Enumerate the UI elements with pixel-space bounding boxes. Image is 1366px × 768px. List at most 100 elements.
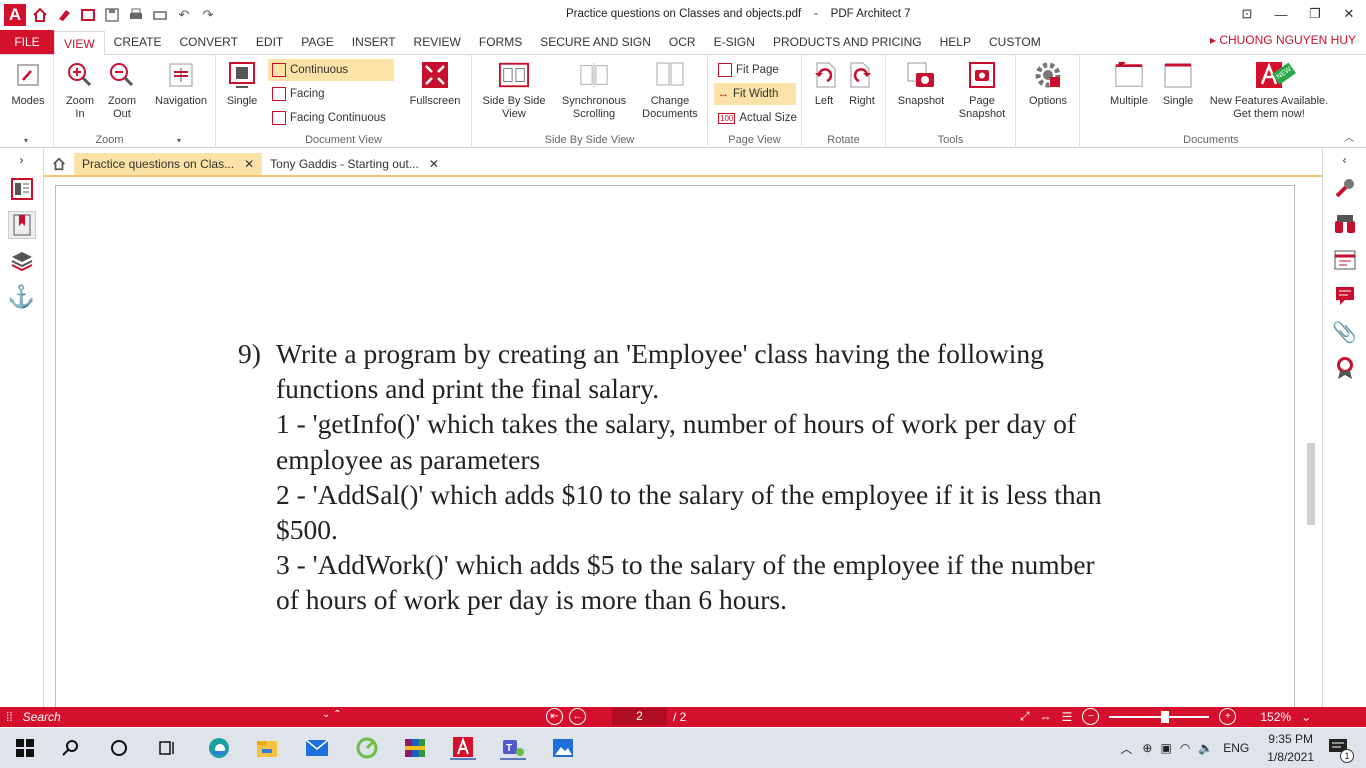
tab-forms[interactable]: FORMS bbox=[470, 30, 531, 54]
continuous-button[interactable]: Continuous bbox=[268, 59, 394, 81]
photos-icon[interactable] bbox=[550, 736, 576, 760]
close-tab-icon[interactable]: ✕ bbox=[244, 157, 254, 171]
search-field[interactable]: ⁞⁞ Search bbox=[6, 710, 61, 724]
new-features-button[interactable]: NEW New Features Available. Get them now… bbox=[1204, 59, 1334, 121]
save-icon[interactable] bbox=[102, 5, 122, 25]
display-icon[interactable]: ▣ bbox=[1160, 741, 1171, 755]
zoom-in-button[interactable]: Zoom In bbox=[60, 59, 100, 121]
side-by-side-view-button[interactable]: Side By Side View bbox=[478, 59, 550, 121]
undo-icon[interactable]: ↶ bbox=[174, 5, 194, 25]
close-button[interactable]: ✕ bbox=[1332, 0, 1366, 28]
wrench-icon[interactable] bbox=[1330, 173, 1360, 203]
fields-icon[interactable] bbox=[1330, 245, 1360, 275]
tab-products-and-pricing[interactable]: PRODUCTS AND PRICING bbox=[764, 30, 931, 54]
minimize-button[interactable]: — bbox=[1264, 0, 1298, 28]
clock[interactable]: 9:35 PM 1/8/2021 bbox=[1267, 730, 1314, 766]
document-tab-practice-questions[interactable]: Practice questions on Clas... ✕ bbox=[74, 153, 263, 175]
anchor-icon[interactable]: ⚓ bbox=[8, 283, 36, 311]
rotate-right-button[interactable]: Right bbox=[844, 59, 880, 108]
expand-right-panel-icon[interactable]: ‹ bbox=[1323, 153, 1366, 167]
zoom-slider[interactable] bbox=[1109, 710, 1210, 723]
collapse-ribbon-icon[interactable]: ︿ bbox=[1344, 129, 1354, 144]
comments-icon[interactable] bbox=[1330, 281, 1360, 311]
zoom-dropdown-icon[interactable]: ⌄ bbox=[1301, 710, 1311, 724]
facing-button[interactable]: Facing bbox=[268, 83, 329, 105]
show-hidden-icons-icon[interactable]: ︿ bbox=[1120, 740, 1132, 757]
multiple-documents-button[interactable]: Multiple bbox=[1106, 59, 1152, 108]
cortana-icon[interactable] bbox=[106, 736, 132, 760]
page-number-input[interactable]: 2 bbox=[612, 708, 667, 725]
zoom-in-status-icon[interactable]: + bbox=[1219, 708, 1237, 725]
zoom-level[interactable]: 152% bbox=[1260, 710, 1291, 724]
tab-convert[interactable]: CONVERT bbox=[170, 30, 246, 54]
tab-e-sign[interactable]: E-SIGN bbox=[705, 30, 764, 54]
home-icon[interactable] bbox=[30, 5, 50, 25]
app-logo-icon[interactable]: A bbox=[4, 4, 26, 26]
tab-ocr[interactable]: OCR bbox=[660, 30, 705, 54]
task-view-icon[interactable] bbox=[154, 736, 180, 760]
language-indicator[interactable]: ENG bbox=[1223, 741, 1249, 755]
tab-edit[interactable]: EDIT bbox=[247, 30, 292, 54]
tab-secure-and-sign[interactable]: SECURE AND SIGN bbox=[531, 30, 660, 54]
greenshot-icon[interactable] bbox=[354, 736, 380, 760]
snapshot-button[interactable]: Snapshot bbox=[892, 59, 950, 108]
tab-file[interactable]: FILE bbox=[0, 30, 54, 54]
modes-button[interactable]: Modes bbox=[8, 59, 48, 108]
tab-view[interactable]: VIEW bbox=[54, 31, 105, 55]
previous-page-icon[interactable]: ← bbox=[569, 708, 586, 725]
layers-icon[interactable] bbox=[8, 247, 36, 275]
zoom-slider-knob[interactable] bbox=[1161, 710, 1170, 723]
single-view-button[interactable]: Single bbox=[222, 59, 262, 108]
network-drive-icon[interactable]: ⊕ bbox=[1142, 741, 1152, 755]
eraser-icon[interactable] bbox=[54, 5, 74, 25]
navigation-button[interactable]: Navigation bbox=[150, 59, 212, 108]
fit-page-status-icon[interactable]: ⤢ bbox=[1020, 709, 1030, 724]
mail-icon[interactable] bbox=[304, 736, 330, 760]
windows-start-icon[interactable] bbox=[12, 736, 38, 760]
pdf-architect-taskbar-icon[interactable] bbox=[450, 736, 476, 760]
vertical-scrollbar[interactable] bbox=[1306, 185, 1316, 705]
tab-insert[interactable]: INSERT bbox=[343, 30, 405, 54]
expand-left-panel-icon[interactable]: › bbox=[0, 153, 43, 167]
binoculars-icon[interactable] bbox=[1330, 209, 1360, 239]
open-icon[interactable] bbox=[78, 5, 98, 25]
tab-page[interactable]: PAGE bbox=[292, 30, 342, 54]
home-tab-icon[interactable] bbox=[44, 153, 74, 175]
winrar-icon[interactable] bbox=[402, 736, 428, 760]
search-options-icon[interactable]: ⌄ ⌃ bbox=[322, 709, 342, 720]
zoom-out-status-icon[interactable]: − bbox=[1082, 708, 1100, 725]
teams-icon[interactable]: T bbox=[500, 736, 526, 760]
edge-browser-icon[interactable] bbox=[206, 736, 232, 760]
document-tab-tony-gaddis[interactable]: Tony Gaddis - Starting out... ✕ bbox=[262, 153, 447, 175]
wifi-icon[interactable]: ◠ bbox=[1180, 741, 1190, 755]
change-documents-button[interactable]: Change Documents bbox=[636, 59, 704, 121]
fit-width-button[interactable]: ↔ Fit Width bbox=[714, 83, 796, 105]
volume-icon[interactable]: 🔈 bbox=[1198, 741, 1213, 755]
bookmarks-icon[interactable] bbox=[7, 211, 36, 239]
certificate-icon[interactable] bbox=[1330, 353, 1360, 383]
print-icon[interactable] bbox=[126, 5, 146, 25]
first-page-icon[interactable]: ⇤ bbox=[546, 708, 563, 725]
navigation-dropdown-icon[interactable]: ▾ bbox=[177, 136, 181, 145]
fullscreen-button[interactable]: Fullscreen bbox=[404, 59, 466, 108]
modes-dropdown-icon[interactable]: ▾ bbox=[24, 136, 28, 145]
file-explorer-icon[interactable] bbox=[254, 736, 280, 760]
close-tab-icon[interactable]: ✕ bbox=[429, 157, 439, 171]
print-setup-icon[interactable] bbox=[150, 5, 170, 25]
tab-custom[interactable]: CUSTOM bbox=[980, 30, 1050, 54]
redo-icon[interactable]: ↷ bbox=[198, 5, 218, 25]
attachment-icon[interactable]: 📎 bbox=[1330, 317, 1360, 347]
zoom-out-button[interactable]: Zoom Out bbox=[102, 59, 142, 121]
user-account-link[interactable]: ▸ CHUONG NGUYEN HUY bbox=[1210, 33, 1356, 47]
actual-size-button[interactable]: 100 Actual Size bbox=[714, 107, 801, 129]
restore-button[interactable]: ❐ bbox=[1298, 0, 1332, 28]
synchronous-scrolling-button[interactable]: Synchronous Scrolling bbox=[556, 59, 632, 121]
thumbnails-icon[interactable] bbox=[8, 175, 36, 203]
fit-page-button[interactable]: Fit Page bbox=[714, 59, 783, 81]
search-icon[interactable] bbox=[58, 736, 84, 760]
continuous-status-icon[interactable]: ☰ bbox=[1062, 710, 1073, 724]
single-document-button[interactable]: Single bbox=[1158, 59, 1198, 108]
tab-help[interactable]: HELP bbox=[931, 30, 980, 54]
rotate-left-button[interactable]: Left bbox=[806, 59, 842, 108]
tab-review[interactable]: REVIEW bbox=[405, 30, 470, 54]
